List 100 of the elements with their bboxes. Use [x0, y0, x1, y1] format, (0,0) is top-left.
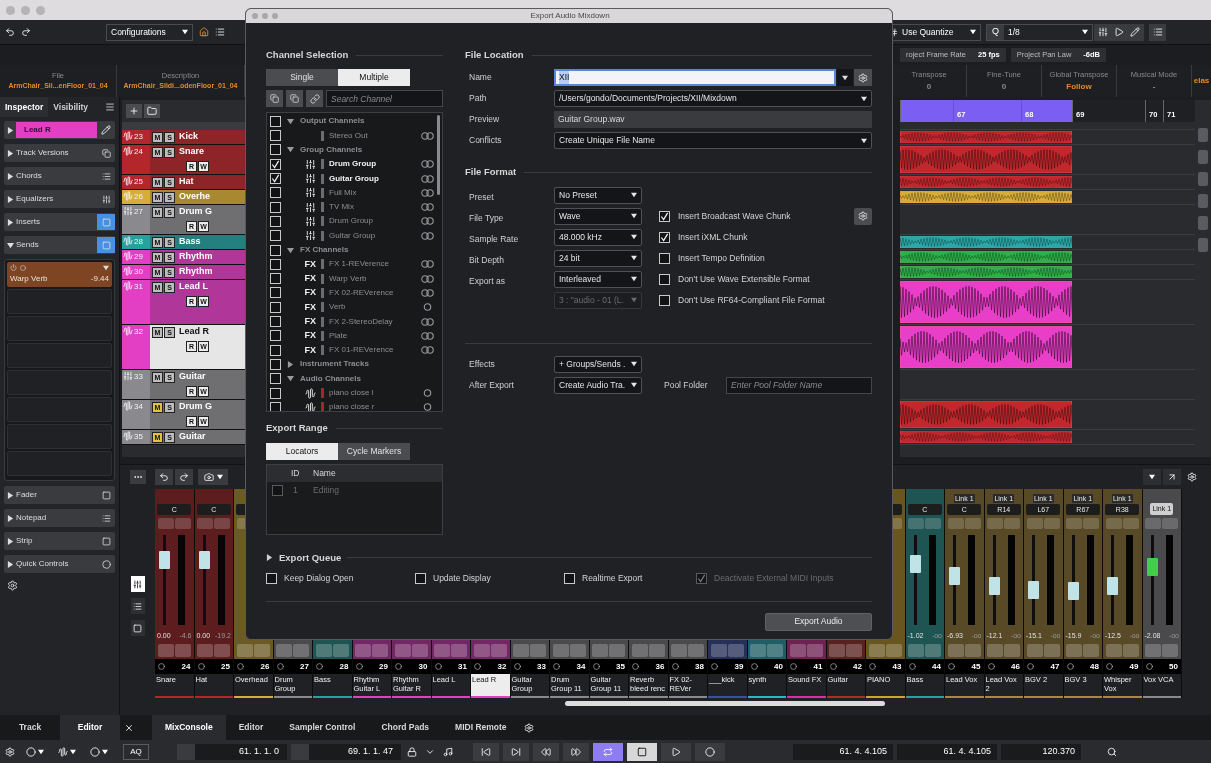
info-value[interactable]: elas [1193, 75, 1210, 87]
inspector-section[interactable]: Strip [4, 532, 115, 550]
dropdown[interactable]: Create Audio Tra. [554, 376, 642, 394]
checkbox-label[interactable]: Don't Use RF64-Compliant File Format [678, 293, 872, 307]
checkbox-label[interactable]: Realtime Export [582, 571, 643, 585]
track-name[interactable]: Hat [176, 175, 194, 189]
mode-tab[interactable]: Multiple [338, 69, 410, 87]
dropdown[interactable]: 48.000 kHz [554, 228, 642, 246]
track-color-strip[interactable]: 23 [122, 130, 150, 144]
track-name[interactable]: Guitar [176, 370, 206, 384]
inspector-section[interactable]: Notepad [4, 509, 115, 527]
inspector-section[interactable]: Fader [4, 486, 115, 504]
inspector-tab[interactable]: Visibility [48, 97, 94, 117]
zone-tab[interactable]: MixConsole [152, 715, 226, 740]
checkbox-label[interactable]: Don't Use Wave Extensible Format [678, 272, 872, 286]
dropdown[interactable]: Interleaved [554, 270, 642, 288]
secondary-time-display[interactable]: 61. 4. 4.105 [897, 743, 997, 760]
channel-name[interactable]: piano close l [329, 387, 421, 400]
mode-tab[interactable]: Single [266, 69, 338, 87]
info-value[interactable]: - [1152, 80, 1156, 93]
export-audio-button[interactable]: Export Audio [765, 612, 872, 631]
checkbox-label[interactable]: Keep Dialog Open [284, 571, 354, 585]
track-name[interactable]: Lead L [176, 280, 208, 294]
channel-name[interactable]: Drum Group [329, 158, 421, 171]
range-tab[interactable]: Locators [266, 442, 338, 460]
zone-tab[interactable]: Chord Pads [368, 715, 443, 740]
section-heading[interactable]: Export Queue [279, 550, 342, 565]
search-field[interactable]: Search Channel [326, 90, 443, 108]
channel-name[interactable]: Full Mix [329, 186, 421, 199]
checkbox-label[interactable]: Insert Tempo Definition [678, 251, 872, 265]
inspector-section[interactable]: Sends [4, 236, 115, 254]
channel-name[interactable]: FX 01-REVerence [329, 344, 421, 357]
inspector-section[interactable]: Inserts [4, 213, 115, 231]
auto-quantize-button[interactable]: AQ [123, 743, 149, 760]
quantize-value-dropdown[interactable]: 1/8 [1004, 24, 1092, 40]
pool-folder-field[interactable]: Enter Pool Folder Name [726, 376, 872, 394]
track-name[interactable]: Drum G [176, 205, 212, 219]
info-value[interactable]: 0 [926, 80, 932, 93]
inspector-section[interactable]: Quick Controls [4, 555, 115, 573]
folder-name[interactable]: Output Channels [300, 115, 365, 128]
zone-tab[interactable]: Track [0, 715, 60, 740]
track-name[interactable]: Guitar [176, 430, 206, 444]
zone-tab[interactable]: MIDI Remote [442, 715, 520, 740]
inspector-section[interactable]: Equalizers [4, 190, 115, 208]
dropdown[interactable]: 24 bit [554, 249, 642, 267]
zone-tab[interactable]: Editor [60, 715, 120, 740]
channel-name[interactable]: Warp Verb [329, 272, 421, 285]
column-header[interactable]: Name [309, 466, 336, 480]
dropdown[interactable]: Create Unique File Name [554, 132, 872, 150]
track-name[interactable]: Rhythm [176, 265, 213, 279]
track-color-strip[interactable]: 25 [122, 175, 150, 189]
inspector-section[interactable]: Chords [4, 167, 115, 185]
checkbox-label[interactable]: Insert iXML Chunk [678, 230, 872, 244]
checkbox-label[interactable]: Update Display [433, 571, 491, 585]
inspector-section[interactable]: Track Versions [4, 144, 115, 162]
track-name[interactable]: Snare [176, 145, 204, 159]
channel-name[interactable]: FX 1-REVerence [329, 258, 421, 271]
channel-name[interactable]: Plate [329, 329, 421, 342]
dropdown[interactable]: /Users/gondo/Documents/Projects/XII/Mixdown [554, 90, 872, 108]
track-name[interactable]: Drum G [176, 400, 212, 414]
zone-tab[interactable]: Editor [225, 715, 277, 740]
folder-name[interactable]: Group Channels [300, 144, 363, 156]
track-color-strip[interactable]: 30 [122, 265, 150, 279]
channel-name[interactable]: Guitar Group [329, 172, 421, 185]
channel-name[interactable]: FX 02-REVerence [329, 286, 421, 299]
channel-name[interactable]: FX 2-StereoDelay [329, 315, 421, 328]
channel-name[interactable]: TV Mix [329, 201, 421, 214]
range-tab[interactable]: Cycle Markers [338, 442, 410, 460]
quantize-label[interactable]: Q [987, 24, 1004, 40]
dropdown[interactable]: + Groups/Sends . [554, 355, 642, 373]
zone-tab[interactable]: Sampler Control [276, 715, 369, 740]
folder-name[interactable]: FX Channels [300, 244, 349, 257]
channel-name[interactable]: Guitar Group [329, 229, 421, 242]
column-header[interactable]: ID [287, 466, 309, 480]
dropdown[interactable]: Wave [554, 207, 642, 225]
channel-name[interactable]: piano close r [329, 401, 421, 412]
info-value[interactable]: Follow [1066, 80, 1092, 93]
right-locator-field[interactable]: 69. 1. 1. 47 [291, 743, 401, 760]
track-name[interactable]: Bass [176, 235, 201, 249]
configurations-dropdown[interactable]: Configurations [106, 23, 193, 41]
channel-name[interactable]: Stereo Out [329, 129, 421, 142]
primary-time-display[interactable]: 61. 4. 4.105 [793, 743, 893, 760]
track-color-strip[interactable]: 31 [122, 280, 150, 324]
track-name[interactable]: Kick [176, 130, 198, 144]
inspector-tab[interactable]: Inspector [0, 97, 49, 117]
track-color-strip[interactable]: 29 [122, 250, 150, 264]
folder-name[interactable]: Instrument Tracks [300, 358, 369, 371]
send-slot[interactable]: Warp Verb -9.44 [7, 262, 112, 287]
checkbox-label[interactable]: Insert Broadcast Wave Chunk [678, 209, 846, 223]
track-name[interactable]: Lead R [176, 325, 209, 339]
channel-name[interactable]: Drum Group [329, 215, 421, 228]
info-value[interactable]: 0 [1001, 80, 1007, 93]
track-name[interactable]: Lead R [16, 122, 97, 138]
track-name[interactable]: Rhythm [176, 250, 213, 264]
tempo-display[interactable]: 120.370 [1001, 743, 1081, 760]
folder-name[interactable]: Audio Channels [300, 372, 361, 385]
left-locator-field[interactable]: 61. 1. 1. 0 [177, 743, 287, 760]
channel-name[interactable]: Verb [329, 301, 421, 314]
dropdown[interactable]: No Preset [554, 186, 642, 204]
name-field[interactable]: XII [554, 69, 836, 87]
